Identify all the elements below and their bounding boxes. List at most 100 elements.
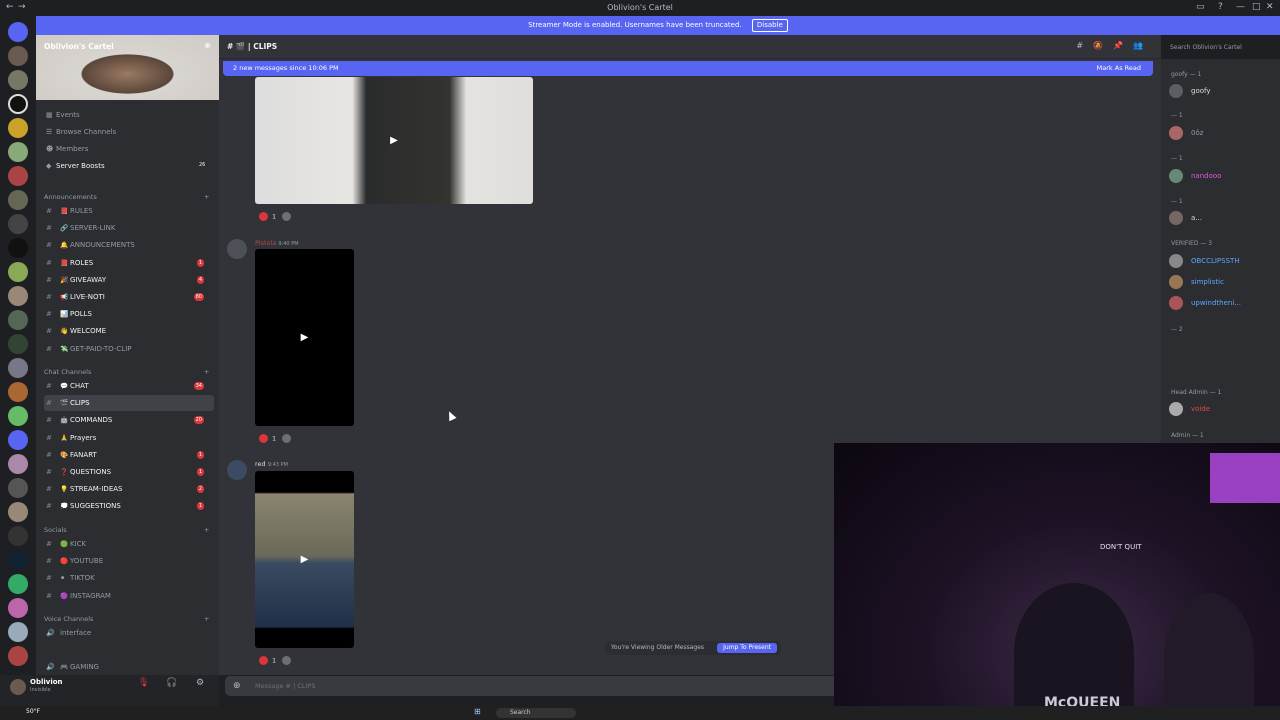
- member-item[interactable]: a...: [1169, 210, 1202, 228]
- channel-stream-ideas[interactable]: # 💡 STREAM-IDEAS 2: [44, 481, 214, 497]
- mark-as-read-button[interactable]: Mark As Read: [1097, 61, 1141, 76]
- server-icon[interactable]: [8, 502, 28, 522]
- server-icon[interactable]: [8, 358, 28, 378]
- home-icon[interactable]: [8, 22, 28, 42]
- jump-to-present-button[interactable]: Jump To Present: [717, 643, 777, 653]
- settings-icon[interactable]: ⚙: [196, 678, 204, 688]
- notification-icon[interactable]: 🔕: [1093, 41, 1113, 50]
- server-icon[interactable]: [8, 142, 28, 162]
- channel-announcements[interactable]: # 🔔 ANNOUNCEMENTS: [44, 237, 214, 253]
- server-icon[interactable]: [8, 262, 28, 282]
- menu-events[interactable]: ▦ Events: [46, 111, 80, 119]
- invite-icon[interactable]: ⊕: [204, 41, 211, 50]
- member-list-icon[interactable]: 👥: [1133, 41, 1153, 50]
- channel-welcome[interactable]: # 👋 WELCOME: [44, 323, 214, 339]
- upload-icon[interactable]: ⊕: [233, 676, 241, 696]
- server-icon[interactable]: [8, 550, 28, 570]
- video-attachment[interactable]: ▶: [255, 471, 354, 648]
- server-icon[interactable]: [8, 46, 28, 66]
- channel-chat[interactable]: # 💬 CHAT 34: [44, 378, 214, 394]
- add-reaction-icon[interactable]: [282, 434, 292, 443]
- add-channel-icon[interactable]: +: [204, 368, 209, 376]
- author-name[interactable]: red: [255, 460, 266, 468]
- server-icon[interactable]: [8, 310, 28, 330]
- reaction[interactable]: 1: [259, 212, 292, 221]
- server-icon[interactable]: [8, 598, 28, 618]
- member-item[interactable]: goofy: [1169, 83, 1211, 101]
- menu-members[interactable]: ☻ Members: [46, 145, 88, 153]
- channel-get-paid-to-clip[interactable]: # 💸 GET-PAID-TO-CLIP: [44, 341, 214, 357]
- channel-kick[interactable]: # 🟢 KICK: [44, 536, 214, 552]
- add-reaction-icon[interactable]: [282, 212, 292, 221]
- help-icon[interactable]: ?: [1218, 2, 1223, 12]
- category-announcements[interactable]: Announcements +: [44, 193, 209, 201]
- add-channel-icon[interactable]: +: [204, 193, 209, 201]
- server-icon[interactable]: [8, 646, 28, 666]
- category-voice[interactable]: Voice Channels +: [44, 615, 209, 623]
- add-reaction-icon[interactable]: [282, 656, 292, 665]
- member-item[interactable]: 0ôz: [1169, 125, 1203, 143]
- channel-giveaway[interactable]: # 🎉 GIVEAWAY 4: [44, 272, 214, 288]
- reaction[interactable]: 1: [259, 656, 292, 665]
- member-item[interactable]: voide: [1169, 401, 1210, 419]
- reaction[interactable]: 1: [259, 434, 292, 443]
- disable-streamer-mode-button[interactable]: Disable: [751, 19, 788, 32]
- server-icon[interactable]: [8, 622, 28, 642]
- channel-questions[interactable]: # ❓ QUESTIONS 1: [44, 464, 214, 480]
- channel-instagram[interactable]: # 🟣 INSTAGRAM: [44, 588, 214, 604]
- category-socials[interactable]: Socials +: [44, 526, 209, 534]
- message-input[interactable]: Message # | CLIPS: [255, 676, 315, 696]
- member-item[interactable]: simplistic: [1169, 274, 1224, 292]
- windows-start-icon[interactable]: ⊞: [474, 707, 486, 716]
- author-name[interactable]: Pistola: [255, 239, 276, 247]
- menu-server-boosts[interactable]: ◆ Server Boosts 26: [46, 162, 205, 170]
- server-icon[interactable]: [8, 214, 28, 234]
- taskbar-search[interactable]: Search: [496, 708, 576, 718]
- channel-rules[interactable]: # 📕 RULES: [44, 203, 214, 219]
- server-icon[interactable]: [8, 238, 28, 258]
- channel-polls[interactable]: # 📊 POLLS: [44, 306, 214, 322]
- server-icon[interactable]: [8, 430, 28, 450]
- channel-roles[interactable]: # 📕 ROLES 1: [44, 255, 214, 271]
- member-item[interactable]: upwindtheni...: [1169, 295, 1241, 313]
- channel-fanart[interactable]: # 🎨 FANART 1: [44, 447, 214, 463]
- inbox-icon[interactable]: ▭: [1196, 2, 1205, 12]
- channel-server-link[interactable]: # 🔗 SERVER-LINK: [44, 220, 214, 236]
- server-icon[interactable]: [8, 454, 28, 474]
- server-icon[interactable]: [8, 382, 28, 402]
- mute-icon[interactable]: 🎙: [138, 678, 149, 688]
- avatar[interactable]: [227, 239, 247, 259]
- video-attachment[interactable]: ▶: [255, 77, 533, 204]
- server-icon[interactable]: [8, 526, 28, 546]
- channel-suggestions[interactable]: # 💭 SUGGESTIONS 1: [44, 498, 214, 514]
- server-header[interactable]: Oblivion's Cartel ⊕: [36, 35, 219, 100]
- weather-widget[interactable]: 50°F: [26, 708, 40, 715]
- channel-live-noti[interactable]: # 📢 LIVE-NOTI 80: [44, 289, 214, 305]
- play-icon[interactable]: ▶: [387, 134, 401, 148]
- add-channel-icon[interactable]: +: [204, 615, 209, 623]
- video-attachment[interactable]: ▶: [255, 249, 354, 426]
- maximize-icon[interactable]: □: [1252, 2, 1261, 12]
- minimize-icon[interactable]: —: [1236, 2, 1245, 12]
- channel-prayers[interactable]: # 🙏 Prayers: [44, 430, 214, 446]
- channel-tiktok[interactable]: # ⚫ TIKTOK: [44, 570, 214, 586]
- threads-icon[interactable]: #: [1076, 41, 1093, 50]
- play-icon[interactable]: ▶: [298, 331, 312, 345]
- category-chat[interactable]: Chat Channels +: [44, 368, 209, 376]
- server-icon[interactable]: [8, 286, 28, 306]
- server-icon[interactable]: [8, 70, 28, 90]
- channel-commands[interactable]: # 🤖 COMMANDS 20: [44, 412, 214, 428]
- search-input[interactable]: Search Oblivion's Cartel: [1164, 40, 1276, 55]
- channel-youtube[interactable]: # 🔴 YOUTUBE: [44, 553, 214, 569]
- channel-clips[interactable]: # 🎬 CLIPS: [44, 395, 214, 412]
- add-channel-icon[interactable]: +: [204, 526, 209, 534]
- server-icon[interactable]: [8, 574, 28, 594]
- server-icon[interactable]: [8, 190, 28, 210]
- server-icon[interactable]: [8, 406, 28, 426]
- menu-browse-channels[interactable]: ☰ Browse Channels: [46, 128, 116, 136]
- voice-channel-interface[interactable]: 🔊 interface: [44, 625, 214, 641]
- server-icon[interactable]: [8, 166, 28, 186]
- new-messages-bar[interactable]: 2 new messages since 10:06 PM Mark As Re…: [223, 61, 1153, 76]
- server-icon[interactable]: [8, 118, 28, 138]
- close-icon[interactable]: ✕: [1266, 2, 1274, 12]
